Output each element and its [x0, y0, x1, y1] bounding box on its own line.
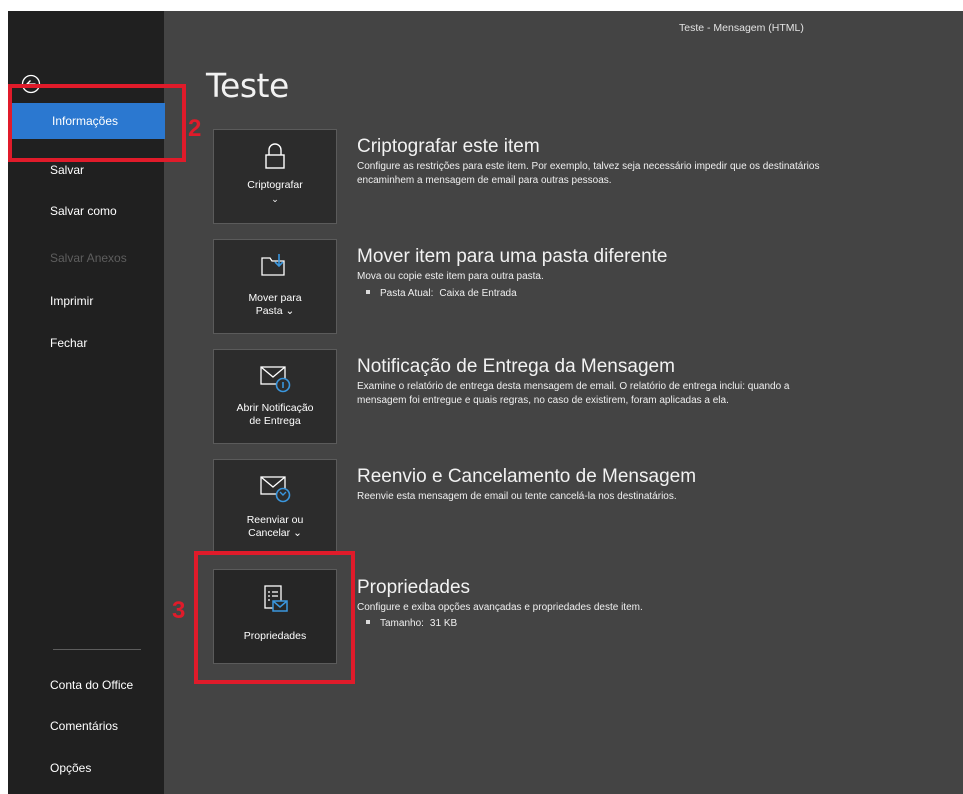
resend-icon: [260, 476, 291, 503]
nav-item-label: Salvar Anexos: [50, 251, 127, 265]
lock-icon: [265, 143, 285, 169]
section-title-encrypt: Criptografar este item: [357, 136, 540, 157]
page-title: Teste: [206, 66, 289, 105]
section-title-properties: Propriedades: [357, 577, 471, 598]
nav-item-label: Salvar: [50, 163, 85, 177]
nav-item-opcoes[interactable]: Opções: [8, 750, 164, 786]
nav-item-label: Salvar como: [50, 204, 117, 218]
bullet-label: Tamanho:: [380, 618, 424, 629]
bullet-icon: [366, 290, 370, 295]
nav-item-label: Comentários: [50, 719, 119, 733]
nav-item-salvar-como[interactable]: Salvar como: [8, 193, 164, 229]
nav-item-comentarios[interactable]: Comentários: [8, 708, 164, 744]
size-info: Tamanho: 31 KB: [366, 618, 457, 629]
chevron-down-icon: ⌄: [271, 194, 279, 204]
tile-label: Mover para: [248, 292, 302, 304]
annotation-box-2: [8, 84, 186, 162]
delivery-receipt-icon: [260, 366, 291, 393]
tile-label: Cancelar ⌄: [248, 527, 302, 539]
bullet-label: Pasta Atual:: [380, 288, 434, 299]
tile-label: Criptografar: [247, 179, 303, 191]
tile-label: Reenviar ou: [246, 514, 304, 526]
encrypt-button[interactable]: Criptografar ⌄: [213, 129, 337, 224]
current-folder-info: Pasta Atual: Caixa de Entrada: [366, 288, 517, 299]
annotation-marker-2: 2: [188, 115, 202, 142]
section-description-encrypt: Configure as restrições para este item. …: [357, 161, 820, 186]
nav-item-salvar-anexos: Salvar Anexos: [8, 240, 164, 276]
move-to-folder-button[interactable]: Mover para Pasta ⌄: [213, 239, 337, 334]
section-title-resend: Reenvio e Cancelamento de Mensagem: [357, 466, 697, 487]
sidebar-divider: [53, 649, 141, 650]
tile-label: Abrir Notificação: [236, 402, 314, 414]
annotation-box-3: [194, 551, 355, 684]
nav-item-label: Conta do Office: [50, 678, 134, 692]
section-title-delivery: Notificação de Entrega da Mensagem: [357, 356, 675, 377]
bullet-icon: [366, 620, 370, 625]
nav-item-conta-do-office[interactable]: Conta do Office: [8, 667, 164, 703]
nav-item-label: Imprimir: [50, 294, 94, 308]
nav-item-label: Fechar: [50, 336, 88, 350]
resend-or-recall-button[interactable]: Reenviar ou Cancelar ⌄: [213, 459, 337, 554]
bullet-value: 31 KB: [429, 618, 458, 629]
nav-item-imprimir[interactable]: Imprimir: [8, 283, 164, 319]
section-description-move: Mova ou copie este item para outra pasta…: [357, 271, 544, 282]
bullet-value: Caixa de Entrada: [439, 288, 517, 299]
nav-item-fechar[interactable]: Fechar: [8, 325, 164, 361]
tile-label: de Entrega: [249, 415, 301, 427]
tile-label: Pasta ⌄: [255, 305, 295, 317]
window-title: Teste - Mensagem (HTML): [679, 22, 804, 34]
nav-item-label: Opções: [50, 761, 92, 775]
move-to-folder-icon: [261, 254, 285, 276]
open-delivery-receipt-button[interactable]: Abrir Notificação de Entrega: [213, 349, 337, 444]
annotation-marker-3: 3: [172, 597, 186, 624]
section-description-delivery: Examine o relatório de entrega desta men…: [357, 381, 790, 406]
section-title-move: Mover item para uma pasta diferente: [357, 246, 668, 267]
section-description-properties: Configure e exiba opções avançadas e pro…: [357, 602, 643, 613]
section-description-resend: Reenvie esta mensagem de email ou tente …: [357, 491, 677, 502]
